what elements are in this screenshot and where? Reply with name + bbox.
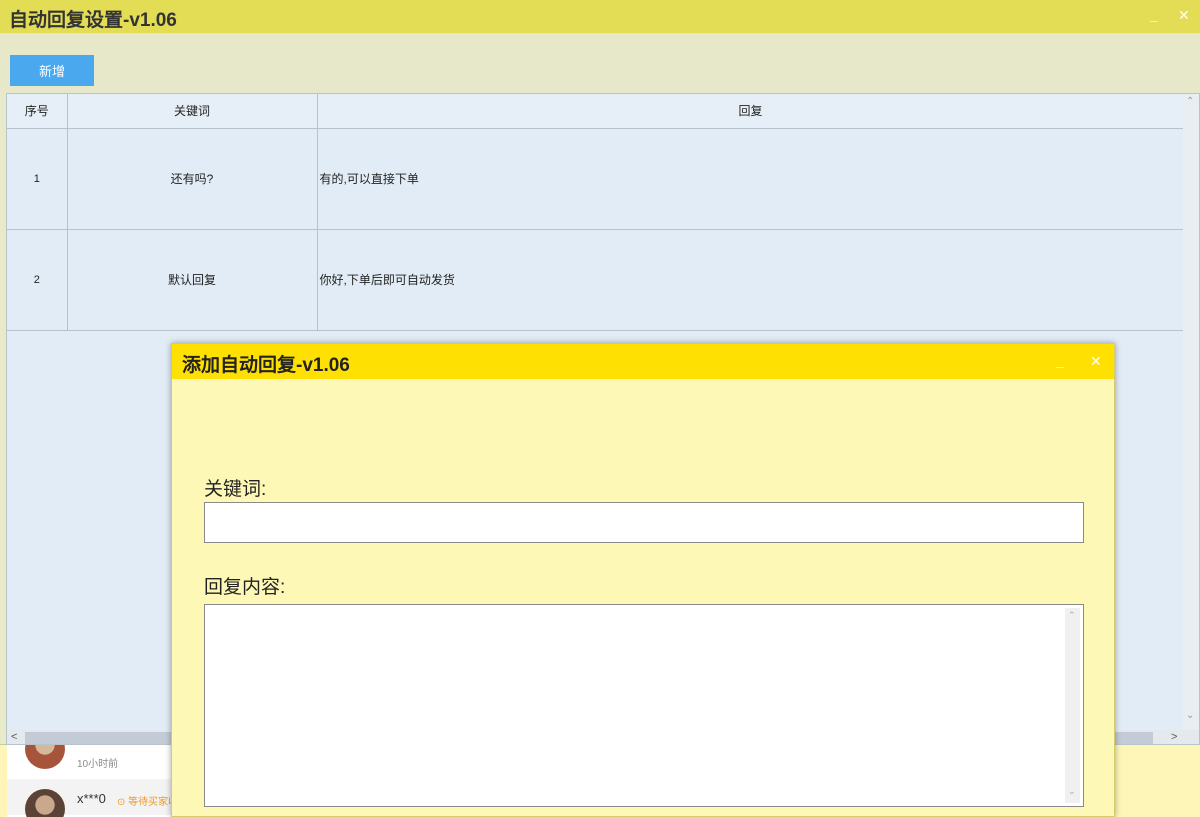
dialog-minimize-button[interactable]: _ [1056,352,1064,370]
column-header-index[interactable]: 序号 [7,94,68,129]
textarea-scrollbar[interactable]: ⌃ ⌄ [1065,608,1080,803]
add-button[interactable]: 新增 [10,55,94,86]
list-item-time: 10小时前 [77,759,119,770]
minimize-button[interactable]: _ [1150,6,1158,24]
toolbar [0,33,1200,93]
cell-keyword: 默认回复 [67,229,318,331]
dialog-titlebar[interactable]: 添加自动回复-v1.06 _ ✕ [172,344,1114,379]
background-conversation-list: 10小时前 x***0 ⊙ 等待买家收 [7,729,179,817]
reply-content-field: ⌃ ⌄ [204,604,1084,807]
avatar [25,789,65,817]
dialog-title: 添加自动回复-v1.06 [182,355,350,376]
keyword-input[interactable] [204,502,1084,543]
scroll-up-arrow-icon[interactable]: ⌃ [1186,96,1194,107]
list-item-username: x***0 [77,791,106,806]
scroll-down-arrow-icon[interactable]: ⌄ [1186,710,1194,721]
reply-content-textarea[interactable] [205,605,1063,806]
keyword-label: 关键词: [204,479,267,500]
reply-content-label: 回复内容: [204,577,286,598]
list-item[interactable]: x***0 ⊙ 等待买家收 [7,779,179,817]
dialog-close-button[interactable]: ✕ [1090,352,1102,370]
cell-reply: 你好,下单后即可自动发货 [317,229,1185,331]
vertical-scrollbar[interactable]: ⌃ ⌄ [1183,94,1199,730]
main-titlebar[interactable]: 自动回复设置-v1.06 _ ✕ [0,0,1200,33]
main-window-title: 自动回复设置-v1.06 [9,10,177,31]
cell-keyword: 还有吗? [67,128,318,230]
textarea-scroll-up-icon[interactable]: ⌃ [1068,610,1076,621]
table-row[interactable]: 1 还有吗? 有的,可以直接下单 [7,128,1185,230]
add-auto-reply-dialog: 添加自动回复-v1.06 _ ✕ 关键词: 回复内容: ⌃ ⌄ [171,343,1115,817]
cell-index: 2 [7,229,68,331]
scroll-right-arrow-icon[interactable]: > [1171,731,1177,743]
table-header-row: 序号 关键词 回复 [7,94,1185,129]
table-row[interactable]: 2 默认回复 你好,下单后即可自动发货 [7,229,1185,331]
column-header-keyword[interactable]: 关键词 [67,94,318,129]
close-button[interactable]: ✕ [1178,6,1190,24]
cell-reply: 有的,可以直接下单 [317,128,1185,230]
textarea-scroll-down-icon[interactable]: ⌄ [1068,786,1076,797]
list-item-status: ⊙ 等待买家收 [117,797,179,808]
column-header-reply[interactable]: 回复 [317,94,1185,129]
scroll-left-arrow-icon[interactable]: < [11,731,17,743]
cell-index: 1 [7,128,68,230]
